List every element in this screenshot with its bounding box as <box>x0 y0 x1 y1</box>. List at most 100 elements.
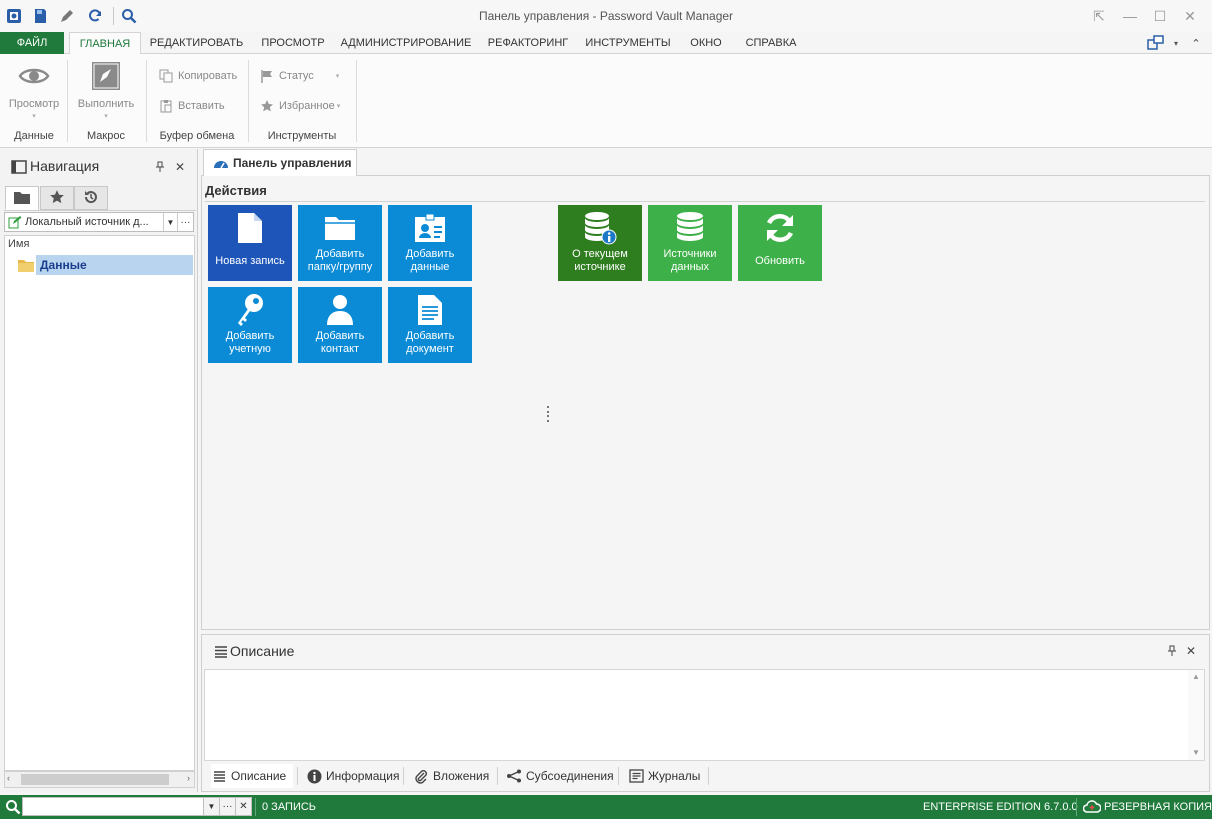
nav-tabs-divider <box>4 210 196 211</box>
tab-separator <box>708 767 709 785</box>
databases-icon <box>648 211 732 245</box>
description-content[interactable] <box>204 669 1205 761</box>
pin-icon[interactable] <box>1165 644 1179 658</box>
navigation-panel-icon <box>9 157 29 177</box>
search-dropdown-icon[interactable]: ▼ <box>203 797 220 816</box>
scroll-up-icon[interactable]: ▲ <box>1192 672 1200 681</box>
tile-add-credential[interactable]: Добавить учетную <box>208 287 292 363</box>
status-separator <box>1076 798 1077 816</box>
history-tab-icon <box>83 189 99 208</box>
search-options-button[interactable]: ··· <box>219 797 236 816</box>
splitter-grip[interactable] <box>547 406 551 422</box>
tab-refactoring[interactable]: РЕФАКТОРИНГ <box>482 32 574 54</box>
tile-add-document[interactable]: Добавить документ <box>388 287 472 363</box>
tab-tools[interactable]: ИНСТРУМЕНТЫ <box>582 32 674 54</box>
tab-information[interactable]: Информация <box>307 764 399 788</box>
tab-view[interactable]: ПРОСМОТР <box>256 32 330 54</box>
tile-label: Добавить учетную <box>225 330 275 355</box>
tile-refresh[interactable]: Обновить <box>738 205 822 281</box>
tab-window[interactable]: ОКНО <box>684 32 728 54</box>
tab-file[interactable]: ФАЙЛ <box>0 32 64 54</box>
group-label-clipboard: Буфер обмена <box>159 130 235 142</box>
scroll-right-icon[interactable]: › <box>187 773 190 783</box>
folder-icon <box>16 255 36 275</box>
paperclip-icon <box>413 768 429 784</box>
paste-icon <box>158 98 174 114</box>
nav-tab-history[interactable] <box>74 186 108 210</box>
ribbon-separator <box>356 60 357 142</box>
tab-attachments[interactable]: Вложения <box>413 764 497 788</box>
maximize-button[interactable]: ☐ <box>1148 6 1172 26</box>
pin-icon[interactable] <box>153 160 167 174</box>
column-header-name: Имя <box>8 238 30 250</box>
tab-home[interactable]: ГЛАВНАЯ <box>69 32 141 55</box>
horizontal-scrollbar[interactable]: ‹ › <box>4 771 195 788</box>
tab-help[interactable]: СПРАВКА <box>738 32 804 54</box>
page-icon <box>388 293 472 327</box>
description-panel-icon <box>211 642 231 662</box>
tree-item-data[interactable]: Данные <box>40 258 87 272</box>
view-button[interactable]: Просмотр ▾ <box>2 60 66 120</box>
tab-separator <box>403 767 404 785</box>
clear-search-icon[interactable]: ✕ <box>235 797 252 816</box>
restore-up-button[interactable]: ⇱ <box>1087 6 1111 26</box>
tile-add-data[interactable]: Добавить данные <box>388 205 472 281</box>
datasource-more-button[interactable]: ··· <box>177 213 193 231</box>
favorites-button[interactable]: Избранное ▾ <box>259 96 340 116</box>
tab-description[interactable]: Описание <box>211 764 293 788</box>
tile-new-entry[interactable]: Новая запись <box>208 205 292 281</box>
eye-icon <box>18 60 50 92</box>
tile-data-sources[interactable]: Источники данных <box>648 205 732 281</box>
copy-label: Копировать <box>178 70 238 82</box>
datasource-selector[interactable]: Локальный источник д... ▼ ··· <box>4 212 194 232</box>
execute-dropdown-icon: ▾ <box>104 113 108 120</box>
navigation-title: Навигация <box>30 158 100 174</box>
folder-tab-icon <box>13 189 31 208</box>
tab-label: Информация <box>326 769 400 783</box>
tab-administration[interactable]: АДМИНИСТРИРОВАНИЕ <box>340 32 472 54</box>
copy-icon <box>158 68 174 84</box>
status-separator <box>255 798 256 816</box>
scroll-left-icon[interactable]: ‹ <box>7 773 10 783</box>
nav-tab-folders[interactable] <box>5 186 39 210</box>
id-card-icon <box>388 211 472 245</box>
backup-button[interactable]: РЕЗЕРВНАЯ КОПИЯ <box>1104 795 1212 819</box>
tile-label: Добавить папку/группу <box>307 248 373 273</box>
tab-dashboard[interactable]: Панель управления <box>203 149 357 176</box>
vertical-scrollbar[interactable]: ▲ ▼ <box>1188 670 1204 760</box>
status-button[interactable]: Статус ▾ <box>259 66 339 86</box>
execute-macro-button[interactable]: Выполнить ▾ <box>74 60 138 120</box>
layout-dropdown-icon[interactable]: ▾ <box>1166 33 1186 53</box>
copy-button[interactable]: Копировать <box>158 66 237 86</box>
paste-button[interactable]: Вставить <box>158 96 225 116</box>
nav-tab-favorites[interactable] <box>40 186 74 210</box>
tile-label: Добавить контакт <box>315 330 365 355</box>
scrollbar-thumb[interactable] <box>21 774 169 785</box>
collapse-ribbon-icon[interactable]: ⌃ <box>1186 33 1206 53</box>
tab-edit[interactable]: РЕДАКТИРОВАТЬ <box>145 32 248 54</box>
tile-label: О текущем источнике <box>572 248 628 273</box>
tile-add-folder[interactable]: Добавить папку/группу <box>298 205 382 281</box>
close-panel-icon[interactable]: ✕ <box>1184 644 1198 658</box>
scroll-down-icon[interactable]: ▼ <box>1192 748 1200 757</box>
minimize-button[interactable]: — <box>1118 6 1142 26</box>
group-label-data: Данные <box>14 130 54 142</box>
tile-current-datasource[interactable]: О текущем источнике <box>558 205 642 281</box>
tab-separator <box>497 767 498 785</box>
close-panel-icon[interactable]: ✕ <box>173 160 187 174</box>
tab-subconnections[interactable]: Субсоединения <box>506 764 614 788</box>
tab-logs[interactable]: Журналы <box>628 764 704 788</box>
quick-search-input[interactable] <box>22 797 204 816</box>
status-search-icon[interactable] <box>3 797 23 817</box>
macro-icon <box>90 60 122 92</box>
window-title: Панель управления - Password Vault Manag… <box>478 9 734 23</box>
tile-label: Добавить данные <box>405 248 455 273</box>
tile-add-contact[interactable]: Добавить контакт <box>298 287 382 363</box>
datasource-dropdown-icon[interactable]: ▼ <box>163 213 177 231</box>
edition-label: ENTERPRISE EDITION 6.7.0.0 <box>923 801 1078 813</box>
close-button[interactable]: ✕ <box>1178 6 1202 26</box>
cloud-backup-icon[interactable] <box>1082 797 1102 817</box>
dashboard-gauge-icon <box>213 156 229 170</box>
layout-switch-icon[interactable] <box>1146 33 1166 53</box>
person-icon <box>298 293 382 327</box>
